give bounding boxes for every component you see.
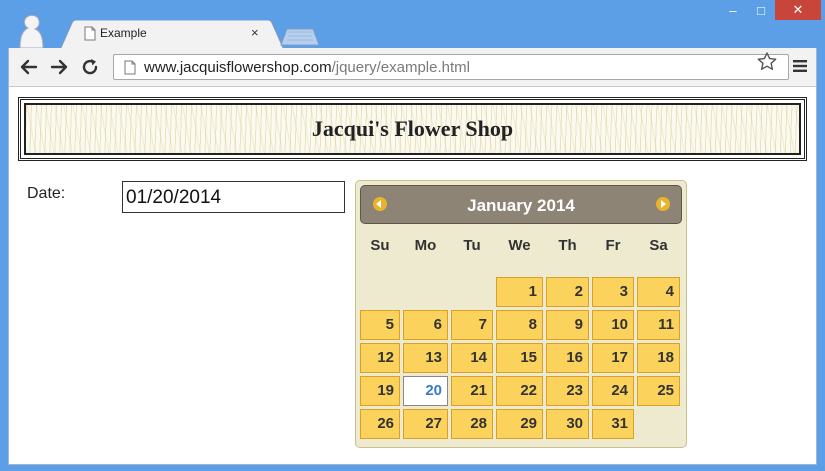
page-title: Jacqui's Flower Shop	[311, 116, 514, 141]
page-viewport: Jacqui's Flower Shop Date: January 2014 …	[8, 86, 817, 465]
calendar-day[interactable]: 13	[403, 343, 448, 373]
calendar-day[interactable]: 14	[451, 343, 493, 373]
back-arrow-icon[interactable]	[19, 57, 39, 77]
header-banner: Jacqui's Flower Shop	[18, 97, 807, 161]
calendar-day[interactable]: 28	[451, 409, 493, 439]
address-bar[interactable]: www.jacquisflowershop.com/jquery/example…	[113, 54, 789, 80]
calendar-day[interactable]: 6	[403, 310, 448, 340]
title-bar: Example × ‒ □ ✕	[0, 0, 825, 50]
calendar-day[interactable]: 24	[592, 376, 634, 406]
weekday-header: Su	[370, 237, 390, 254]
calendar-day[interactable]: 25	[637, 376, 680, 406]
calendar-day[interactable]: 12	[360, 343, 400, 373]
weekday-header: Mo	[414, 237, 437, 254]
weekday-header-row: Su Mo Tu We Th Fr Sa	[359, 234, 681, 258]
calendar-day[interactable]: 4	[637, 277, 680, 307]
tab-title: Example	[100, 26, 147, 40]
calendar-day[interactable]: 23	[546, 376, 589, 406]
minimize-button[interactable]: ‒	[719, 0, 747, 20]
calendar-day[interactable]: 27	[403, 409, 448, 439]
empty-cell	[403, 277, 448, 307]
empty-cell	[360, 277, 400, 307]
bookmark-star-icon[interactable]	[757, 52, 777, 71]
calendar-day[interactable]: 17	[592, 343, 634, 373]
close-window-button[interactable]: ✕	[775, 0, 821, 20]
calendar-day[interactable]: 31	[592, 409, 634, 439]
calendar-day[interactable]: 3	[592, 277, 634, 307]
calendar-day[interactable]: 22	[496, 376, 543, 406]
reload-icon[interactable]	[80, 57, 100, 77]
date-input[interactable]	[122, 181, 345, 213]
calendar-day[interactable]: 9	[546, 310, 589, 340]
maximize-button[interactable]: □	[747, 0, 775, 20]
weekday-header: Th	[558, 237, 577, 254]
weekday-header: Sa	[649, 237, 668, 254]
forward-arrow-icon[interactable]	[49, 57, 69, 77]
next-month-icon[interactable]	[656, 197, 670, 211]
calendar-day[interactable]: 8	[496, 310, 543, 340]
new-tab-button[interactable]	[280, 28, 320, 46]
calendar-day[interactable]: 2	[546, 277, 589, 307]
weekday-header: Fr	[605, 237, 621, 254]
calendar-day[interactable]: 21	[451, 376, 493, 406]
tab-close-button[interactable]: ×	[251, 25, 259, 41]
window-controls: ‒ □ ✕	[719, 0, 821, 22]
date-label: Date:	[27, 185, 66, 202]
url-path: /jquery/example.html	[331, 59, 470, 76]
empty-cell	[451, 277, 493, 307]
browser-toolbar: www.jacquisflowershop.com/jquery/example…	[8, 48, 817, 86]
calendar-day[interactable]: 16	[546, 343, 589, 373]
calendar-day[interactable]: 18	[637, 343, 680, 373]
calendar-day[interactable]: 10	[592, 310, 634, 340]
weekday-header: Tu	[463, 237, 481, 254]
calendar-day-selected[interactable]: 20	[403, 376, 448, 406]
calendar-day[interactable]: 15	[496, 343, 543, 373]
datepicker-header: January 2014	[360, 185, 682, 224]
calendar-day-grid: 1 2 3 4 5 6 7 8 9 10 11 12 13 14 15 16 17 18 19 20 21 22 23 24 2…	[359, 276, 681, 440]
datepicker-month-title: January 2014	[467, 196, 575, 215]
profile-icon[interactable]	[16, 14, 46, 48]
url-text: www.jacquisflowershop.com/jquery/example…	[144, 59, 470, 76]
calendar-day[interactable]: 26	[360, 409, 400, 439]
calendar-day[interactable]: 19	[360, 376, 400, 406]
calendar-day[interactable]: 1	[496, 277, 543, 307]
menu-icon[interactable]	[792, 59, 808, 73]
url-host: www.jacquisflowershop.com	[144, 59, 332, 76]
page-icon	[124, 60, 136, 75]
calendar-day[interactable]: 7	[451, 310, 493, 340]
calendar-day[interactable]: 29	[496, 409, 543, 439]
datepicker-popup: January 2014 Su Mo Tu We Th Fr Sa 1 2 3 4 5 6 7 8 9 10 1…	[355, 180, 687, 448]
weekday-header: We	[508, 237, 531, 254]
calendar-day[interactable]: 5	[360, 310, 400, 340]
browser-window: Example × ‒ □ ✕ www.jacquisflowershop.co…	[0, 0, 825, 471]
calendar-day[interactable]: 11	[637, 310, 680, 340]
calendar-day[interactable]: 30	[546, 409, 589, 439]
document-icon	[84, 26, 96, 41]
